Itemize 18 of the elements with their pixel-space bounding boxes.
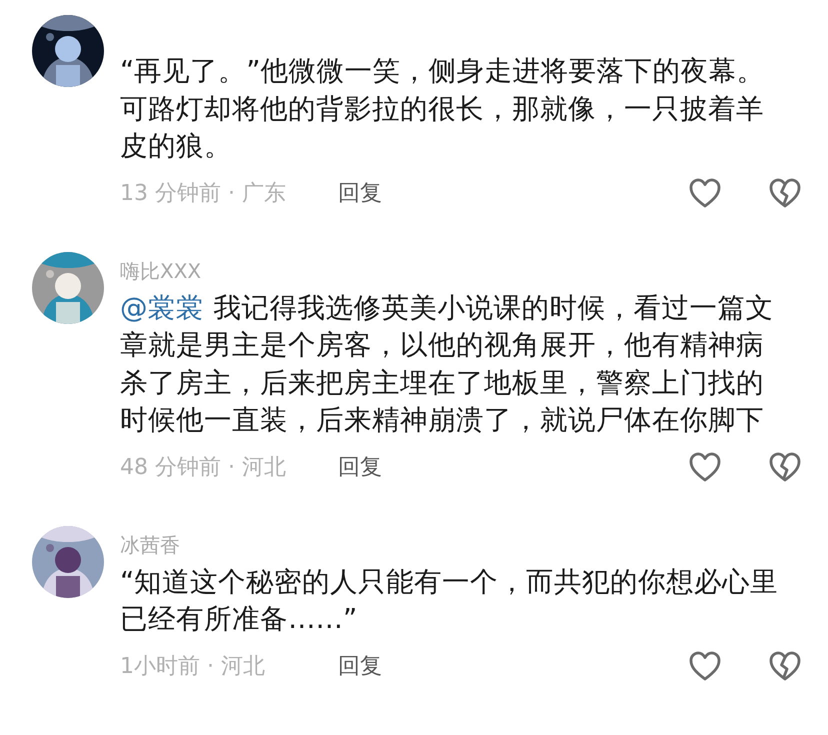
reply-button[interactable]: 回复 <box>338 452 382 482</box>
comment-text: “知道这个秘密的人只能有一个，而共犯的你想必心里已经有所准备……” <box>120 564 780 637</box>
heart-icon[interactable] <box>688 450 722 482</box>
heart-icon[interactable] <box>688 176 722 208</box>
broken-heart-icon[interactable] <box>768 450 802 482</box>
broken-heart-icon[interactable] <box>768 176 802 208</box>
comment-time: 13 分钟前 · 广东 <box>120 180 287 208</box>
heart-icon[interactable] <box>688 650 722 682</box>
broken-heart-icon[interactable] <box>768 650 802 682</box>
comment-time: 1小时前 · 河北 <box>120 652 266 680</box>
comment-time: 48 分钟前 · 河北 <box>120 454 287 482</box>
comment-text: @裳裳 我记得我选修英美小说课的时候，看过一篇文章就是男主是个房客，以他的视角展开，他有精神病杀了房主，后来把房主埋在了地板里，警察上门找的时候他一直装，后来精神崩溃了，就说尸体在你脚下 <box>120 290 774 438</box>
comment-text: “再见了。”他微微一笑，侧身走进将要落下的夜幕。可路灯却将他的背影拉的很长，那就像，一只披着羊皮的狼。 <box>120 54 766 164</box>
username: 冰茜香 <box>120 532 181 558</box>
mention-link[interactable]: @裳裳 <box>120 292 204 324</box>
reply-button[interactable]: 回复 <box>338 650 382 680</box>
reply-button[interactable]: 回复 <box>338 178 382 208</box>
username: 嗨比XXX <box>120 258 202 284</box>
